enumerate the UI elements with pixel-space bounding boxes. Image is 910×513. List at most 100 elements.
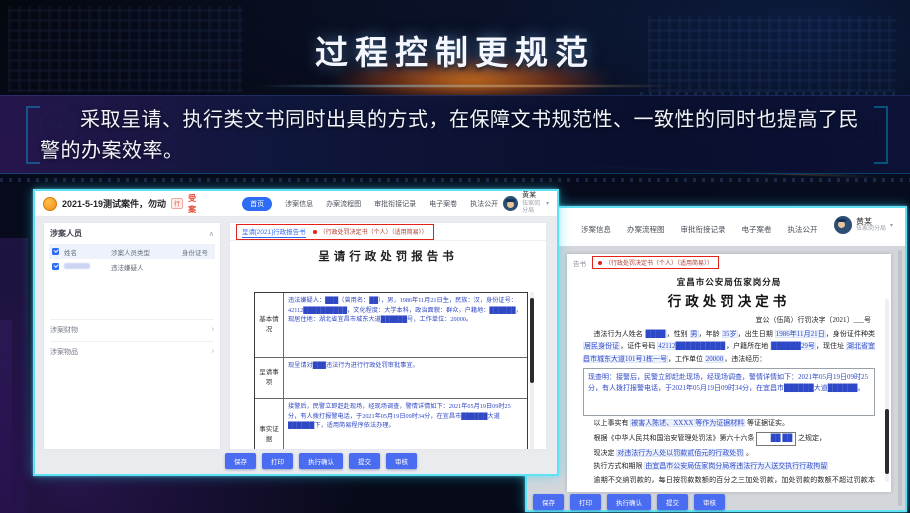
submit-button[interactable]: 提交 [349,453,380,469]
doc-title: 行政处罚决定书 [567,290,891,310]
penalty-note-line: 逾期不交纳罚款的，每日按罚款数额的百分之三加处罚款，加处罚款的数额不超过罚款本数… [583,475,875,486]
decision-line: 现决定 对违法行为人处以罚款贰佰元的行政处罚 。 [583,448,875,460]
slide-canvas: ➜ ⟲ 过程控制更规范 采取呈请、执行类文书同时出具的方式，在保障文书规范性、一… [0,0,910,513]
evidence-line: 以上事实有 被害人陈述、XXXX 等作为证据材料 等证据证实。 [583,418,875,430]
tab-e-dossier[interactable]: 电子案卷 [742,224,772,235]
persons-section-title: 涉案人员 [50,228,82,239]
red-dot-icon [598,261,602,265]
red-callout-box: 呈请[2021]行政报告书 （行政处罚决定书（个人）（适用简易）） [236,224,434,240]
report-table: 基本情况 违法嫌疑人：███（曾用名：██），男，1986年11月21日生，民族… [254,292,528,450]
print-button[interactable]: 打印 [262,453,293,469]
report-row-request: 呈请事项 现呈请对███违法行为进行行政处罚审批事宜。 [255,358,527,399]
right-window-header: 涉案信息 办案流程图 审批衔接记录 电子案卷 执法公开 黄某 伍家岗分局 ▾ [527,208,905,247]
request-textbox[interactable]: 现呈请对███违法行为进行行政处罚审批事宜。 [284,358,527,398]
right-doc-tabbar: 告书 （行政处罚决定书（个人）（适用简易）） [567,254,891,271]
user-name: 黄某 [856,217,886,227]
execute-confirm-button[interactable]: 执行确认 [299,453,343,469]
tab-case-info[interactable]: 涉案信息 [581,224,611,235]
red-dot-icon [313,230,317,234]
facts-textbox[interactable]: 现查明：接警后，民警立即赶赴现场，经现场调查，警情详情如下：2021年05月19… [583,368,875,416]
tab-process-diagram[interactable]: 办案流程图 [326,199,361,209]
persons-table: 姓名 涉案人员类型 身份证号 违法嫌疑人 [49,244,215,274]
law-input-box[interactable]: ██ ██ [756,432,796,446]
doc-tab-report[interactable]: 呈请[2021]行政报告书 [242,226,306,238]
execute-confirm-button[interactable]: 执行确认 [607,494,651,510]
person-info-paragraph: 违法行为人姓名 ████，性别 男，年龄 35岁，出生日期 1986年11月21… [583,328,875,365]
review-button[interactable]: 审核 [694,494,725,510]
chevron-right-icon: › [212,326,214,333]
report-doc-panel: 呈请[2021]行政报告书 （行政处罚决定书（个人）（适用简易）） 呈请行政处罚… [229,222,547,450]
right-window-body: 告书 （行政处罚决定书（个人）（适用简易）） 宜昌市公安局伍家岗分局 行政处罚决… [527,246,905,510]
review-button[interactable]: 审核 [386,453,417,469]
left-doc-buttons: 保存 打印 执行确认 提交 审核 [225,453,417,469]
left-doc-tabbar: 呈请[2021]行政报告书 （行政处罚决定书（个人）（适用简易）） [230,223,546,241]
report-row-facts: 事实证据 接警后，民警立即赶赴现场，经现场调查，警情详情如下：2021年05月1… [255,399,527,450]
window-penalty-decision: 涉案信息 办案流程图 审批衔接记录 电子案卷 执法公开 黄某 伍家岗分局 ▾ 告… [525,206,907,512]
right-window-tabs: 涉案信息 办案流程图 审批衔接记录 电子案卷 执法公开 [581,224,818,235]
doc-number: 宜公（伍简）行罚决字〔2021〕___号 [567,315,871,325]
report-inner-scrollbar[interactable] [530,292,534,450]
penalty-decision-page: 告书 （行政处罚决定书（个人）（适用简易）） 宜昌市公安局伍家岗分局 行政处罚决… [567,254,891,492]
red-callout-box: （行政处罚决定书（个人）（适用简易）） [592,256,719,269]
police-avatar [834,216,852,234]
execution-line: 执行方式和期限 由宜昌市公安局伍家岗分局将违法行为人送交执行行政拘留 [583,461,875,473]
right-user-menu[interactable]: 黄某 伍家岗分局 ▾ [834,216,893,234]
tab-e-dossier[interactable]: 电子案卷 [429,199,457,209]
report-row-basic: 基本情况 违法嫌疑人：███（曾用名：██），男，1986年11月21日生，民族… [255,293,527,358]
facts-textbox[interactable]: 接警后，民警立即赶赴现场，经现场调查，警情详情如下：2021年05月19日09时… [284,399,527,450]
case-persons-sidebar: 涉案人员 ∧ 姓名 涉案人员类型 身份证号 违法嫌疑人 涉案财物 [43,222,221,450]
report-scroll-thumb[interactable] [530,298,534,383]
dot-row-divider [0,178,910,182]
left-window-tabs: 首页 涉案信息 办案流程图 审批衔接记录 电子案卷 执法公开 [242,197,498,211]
case-type-tag: 行 [171,198,183,209]
doc-inner-scrollbar[interactable] [885,299,889,482]
tab-case-info[interactable]: 涉案信息 [285,199,313,209]
left-window-header: 2021-5-19测试案件，勿动 行 受案 首页 涉案信息 办案流程图 审批衔接… [35,191,557,217]
person-row[interactable]: 违法嫌疑人 [49,259,215,274]
chevron-down-icon: ▾ [546,200,549,207]
persons-table-header: 姓名 涉案人员类型 身份证号 [49,244,215,259]
redacted-name [64,263,90,269]
band-bracket-right [874,106,888,164]
report-title: 呈请行政处罚报告书 [230,248,546,264]
tab-law-enforcement-open[interactable]: 执法公开 [470,199,498,209]
clipped-doc-tab[interactable]: 告书 [573,258,586,268]
case-title: 2021-5-19测试案件，勿动 [62,197,166,210]
police-avatar [503,196,518,211]
slide-body-text: 采取呈请、执行类文书同时出具的方式，在保障文书规范性、一致性的同时也提高了民警的… [40,105,876,167]
subtitle-band: 采取呈请、执行类文书同时出具的方式，在保障文书规范性、一致性的同时也提高了民警的… [0,95,910,174]
save-button[interactable]: 保存 [225,453,256,469]
light-streak-title [255,85,675,87]
left-user-menu[interactable]: 黄某 伍家岗分局 ▾ [503,192,549,215]
sidebar-section-items[interactable]: 涉案物品 › [50,341,214,361]
doc-tab-penalty-decision[interactable]: （行政处罚决定书（个人）（适用简易）） [313,227,428,236]
select-all-checkbox[interactable] [52,248,59,255]
slide-title: 过程控制更规范 [0,26,910,74]
submit-button[interactable]: 提交 [657,494,688,510]
law-line: 根据《中华人民共和国治安管理处罚法》第六十六条 ██ ██ 之规定， [583,432,875,446]
tab-law-enforcement-open[interactable]: 执法公开 [788,224,818,235]
person-type: 违法嫌疑人 [111,262,177,272]
user-org: 伍家岗分局 [856,226,886,233]
band-bracket-left [26,106,40,164]
building-silhouette-2 [0,320,12,513]
collapse-up-icon[interactable]: ∧ [209,230,214,238]
user-name: 黄某 [522,192,542,200]
penalty-doc-content: 宜昌市公安局伍家岗分局 行政处罚决定书 宜公（伍简）行罚决字〔2021〕___号… [567,271,891,486]
print-button[interactable]: 打印 [570,494,601,510]
case-coin-icon [43,197,57,211]
user-org: 伍家岗分局 [522,201,542,215]
tab-approval-records[interactable]: 审批衔接记录 [681,224,726,235]
tab-home[interactable]: 首页 [242,197,272,211]
right-outer-scrollbar[interactable] [898,250,902,506]
tab-approval-records[interactable]: 审批衔接记录 [374,199,416,209]
row-checkbox[interactable] [52,263,59,270]
doc-tab-penalty-decision[interactable]: （行政处罚决定书（个人）（适用简易）） [598,258,713,267]
save-button[interactable]: 保存 [533,494,564,510]
report-doc-page: 呈请行政处罚报告书 基本情况 违法嫌疑人：███（曾用名：██），男，1986年… [230,248,546,450]
chevron-down-icon: ▾ [890,222,893,229]
doc-inner-scroll-thumb[interactable] [885,409,889,474]
sidebar-section-property[interactable]: 涉案财物 › [50,319,214,339]
tab-process-diagram[interactable]: 办案流程图 [627,224,665,235]
basic-info-textbox[interactable]: 违法嫌疑人：███（曾用名：██），男，1986年11月21日生，民族：汉，身份… [284,293,527,357]
